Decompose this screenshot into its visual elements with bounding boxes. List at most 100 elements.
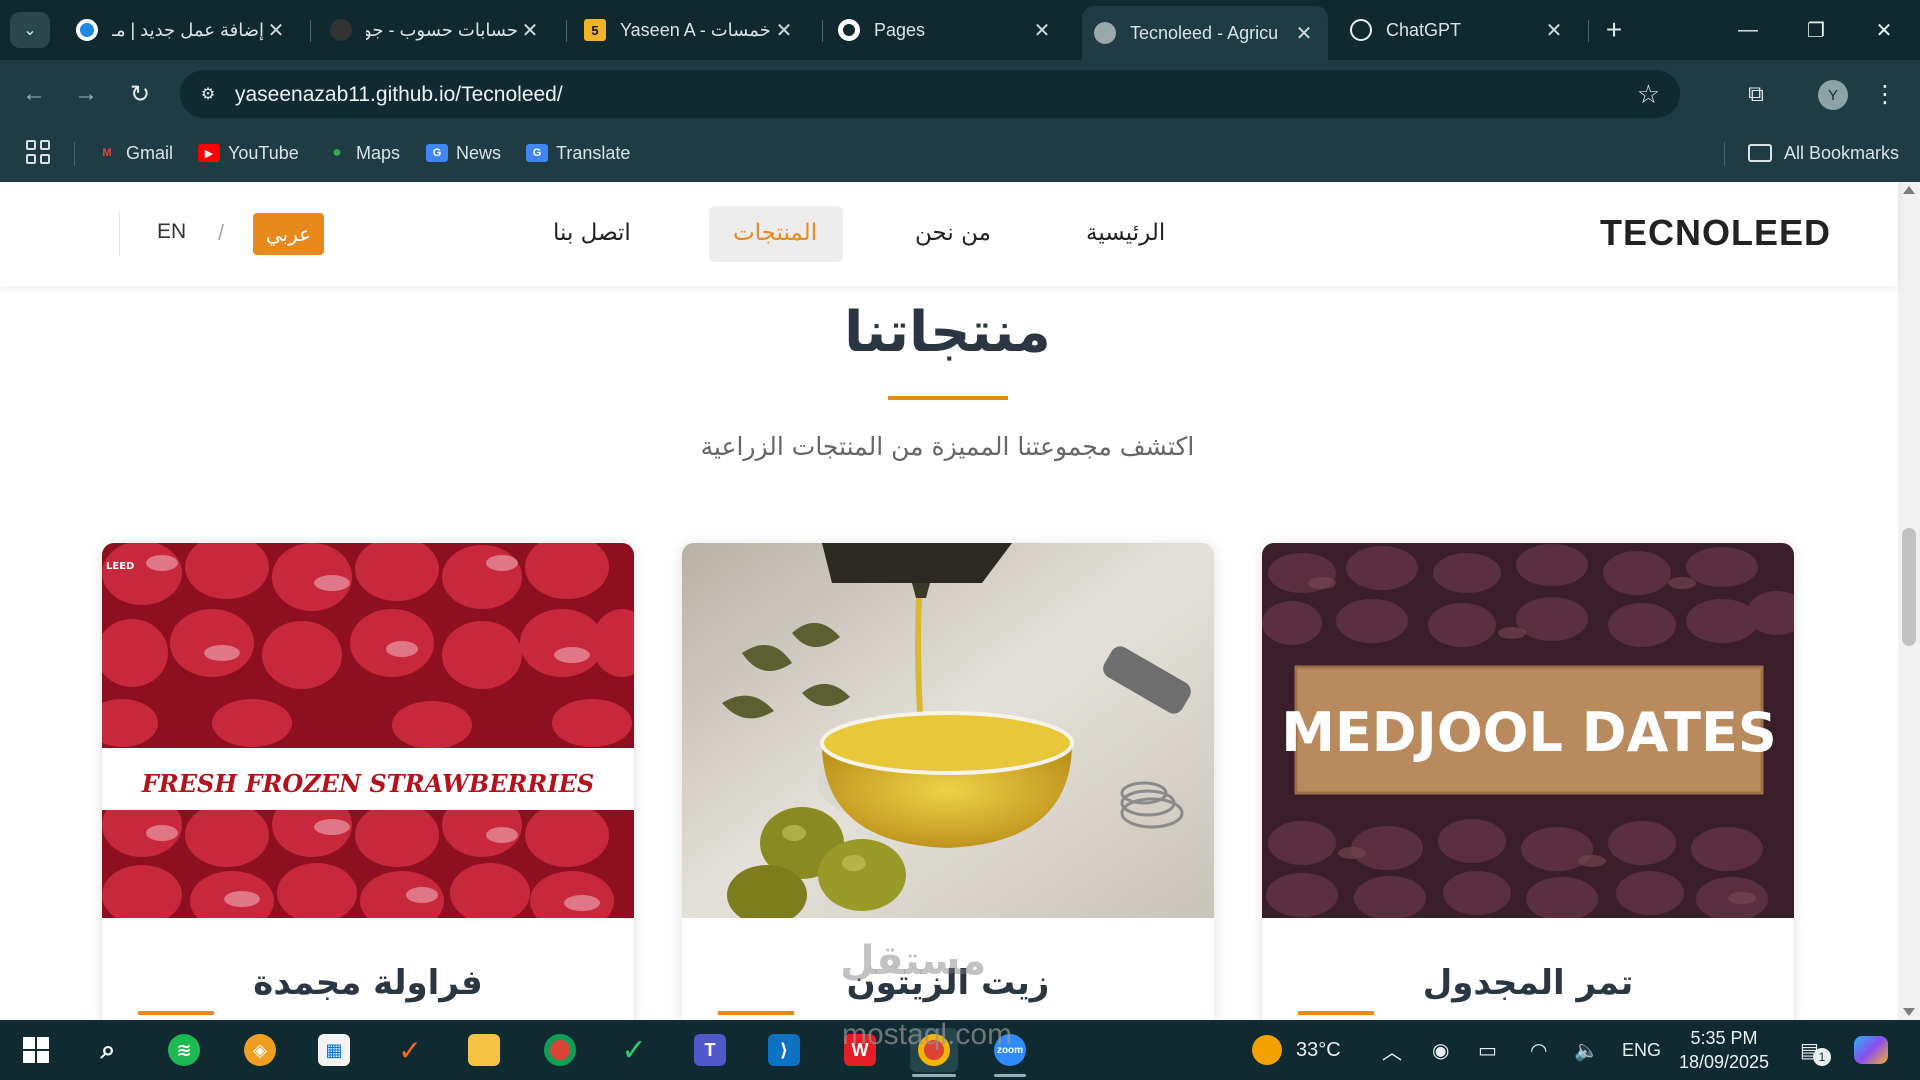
apps-grid-icon[interactable] <box>26 140 50 164</box>
speaker-icon: 🔈 <box>1574 1039 1599 1062</box>
taskbar-vscode[interactable]: ⟩ <box>760 1028 808 1072</box>
bookmark-star-icon[interactable]: ☆ <box>1637 79 1660 110</box>
record-tray-icon[interactable]: ◉ <box>1432 1020 1449 1080</box>
clock-time: 5:35 PM <box>1690 1028 1758 1048</box>
start-button[interactable] <box>12 1028 60 1072</box>
news-icon: G <box>426 144 448 162</box>
wifi-tray-icon[interactable]: ◠ <box>1530 1020 1547 1080</box>
close-window-button[interactable]: ✕ <box>1856 8 1912 52</box>
maps-icon: ● <box>332 144 342 161</box>
tab-search-button[interactable]: ⌄ <box>10 12 50 48</box>
site-header: TECNOLEED الرئيسية من نحن المنتجات اتصل … <box>0 182 1898 286</box>
back-button[interactable]: ← <box>14 74 54 114</box>
scrollbar-thumb[interactable] <box>1902 528 1916 646</box>
volume-tray-icon[interactable]: 🔈 <box>1574 1020 1599 1080</box>
close-icon[interactable]: ✕ <box>1030 18 1054 43</box>
tab-tecnoleed[interactable]: Tecnoleed - Agricu ✕ <box>1082 6 1328 60</box>
profile-avatar[interactable]: Y <box>1818 80 1848 110</box>
tab-hsoub[interactable]: حسابات حسوب - جو ✕ <box>318 8 554 52</box>
show-hidden-icons-button[interactable]: ︿ <box>1382 1020 1402 1080</box>
folder-icon <box>468 1034 500 1066</box>
restore-icon: ❐ <box>1807 19 1825 42</box>
language-english-button[interactable]: EN <box>157 220 186 244</box>
bookmark-label: Translate <box>556 142 631 163</box>
bookmark-label: YouTube <box>228 142 299 163</box>
product-card-strawberries[interactable]: FRESH FROZEN STRAWBERRIES LEED فراولة مج… <box>102 543 634 1020</box>
product-underline <box>718 1011 794 1015</box>
site-logo[interactable]: TECNOLEED <box>1600 212 1831 254</box>
tab-title: Yaseen A - خمسات <box>620 19 771 40</box>
taskbar-spotify[interactable]: ≋ <box>160 1028 208 1072</box>
input-language[interactable]: ENG <box>1622 1020 1661 1080</box>
plus-icon: + <box>1605 14 1623 45</box>
page-scrollbar[interactable] <box>1898 182 1920 1020</box>
nav-home[interactable]: الرئيسية <box>1086 220 1165 246</box>
system-clock[interactable]: 5:35 PM 18/09/2025 <box>1668 1026 1780 1074</box>
site-info-icon[interactable]: ⚙ <box>194 80 222 108</box>
taskbar-store[interactable]: ▦ <box>310 1028 358 1072</box>
battery-icon: ▭ <box>1478 1039 1497 1062</box>
tab-separator <box>566 20 567 42</box>
reload-button[interactable]: ↻ <box>120 74 160 114</box>
dates-image-text: MEDJOOL DATES <box>1281 701 1777 764</box>
taskbar-tasks[interactable]: ✓ <box>386 1028 434 1072</box>
close-icon[interactable]: ✕ <box>772 18 796 43</box>
close-icon[interactable]: ✕ <box>518 18 542 43</box>
taskbar-todo[interactable]: ✓ <box>610 1028 658 1072</box>
taskbar-chrome[interactable] <box>536 1028 584 1072</box>
notifications-button[interactable]: ▤ 1 <box>1800 1020 1831 1080</box>
taskbar-file-explorer[interactable] <box>460 1028 508 1072</box>
close-icon[interactable]: ✕ <box>1292 21 1316 46</box>
new-tab-button[interactable]: + <box>1598 14 1630 46</box>
globe-icon <box>1094 22 1116 44</box>
arrow-right-icon: → <box>74 80 98 107</box>
minimize-icon: — <box>1738 18 1758 41</box>
url-text[interactable]: yaseenazab11.github.io/Tecnoleed/ <box>235 83 563 107</box>
bookmark-news[interactable]: G News <box>426 138 501 168</box>
tab-separator <box>310 20 311 42</box>
bookmark-gmail[interactable]: M Gmail <box>96 138 173 168</box>
bookmarks-separator <box>1724 142 1725 166</box>
wifi-icon: ◠ <box>1530 1039 1548 1062</box>
spotify-icon: ≋ <box>168 1034 200 1066</box>
translate-icon: G <box>526 144 548 162</box>
copilot-button[interactable] <box>1854 1020 1888 1080</box>
tab-github-pages[interactable]: Pages ✕ <box>826 8 1066 52</box>
nav-contact[interactable]: اتصل بنا <box>553 220 631 246</box>
scroll-up-arrow-icon[interactable] <box>1903 186 1915 194</box>
bookmark-translate[interactable]: G Translate <box>526 138 630 168</box>
weather-widget[interactable]: 33°C <box>1252 1020 1341 1080</box>
nav-about[interactable]: من نحن <box>915 220 991 246</box>
forward-button[interactable]: → <box>66 74 106 114</box>
strawberries-image-text: FRESH FROZEN STRAWBERRIES <box>141 769 594 798</box>
tab-mostaql[interactable]: إضافة عمل جديد | مـ ✕ <box>64 8 300 52</box>
scroll-down-arrow-icon[interactable] <box>1903 1008 1915 1016</box>
gmail-icon: M <box>102 147 112 159</box>
all-bookmarks-button[interactable]: All Bookmarks <box>1748 138 1899 168</box>
copilot-icon <box>1854 1036 1888 1064</box>
restore-button[interactable]: ❐ <box>1788 8 1844 52</box>
close-icon[interactable]: ✕ <box>1542 18 1566 43</box>
search-button[interactable]: ⌕ <box>84 1028 132 1072</box>
title-underline <box>888 396 1008 400</box>
product-card-dates[interactable]: MEDJOOL DATES تمر المجدول <box>1262 543 1794 1020</box>
section-title: منتجاتنا <box>844 300 1051 365</box>
folder-icon <box>1748 144 1772 162</box>
taskbar-brave[interactable]: ◈ <box>236 1028 284 1072</box>
kebab-menu-icon[interactable]: ⋮ <box>1870 74 1900 114</box>
address-bar[interactable]: ⚙ yaseenazab11.github.io/Tecnoleed/ ☆ <box>180 70 1680 118</box>
extensions-icon[interactable]: ⧉ <box>1736 74 1776 114</box>
tab-chatgpt[interactable]: ChatGPT ✕ <box>1338 8 1578 52</box>
minimize-button[interactable]: — <box>1720 8 1776 52</box>
battery-tray-icon[interactable]: ▭ <box>1478 1020 1497 1080</box>
taskbar-teams[interactable]: T <box>686 1028 734 1072</box>
tab-khamsat[interactable]: 5 Yaseen A - خمسات ✕ <box>572 8 808 52</box>
language-arabic-button[interactable]: عربي <box>253 213 324 255</box>
close-icon: ✕ <box>1875 19 1893 42</box>
windows-logo-icon <box>23 1037 49 1063</box>
nav-products[interactable]: المنتجات <box>733 220 817 246</box>
temperature: 33°C <box>1296 1038 1341 1061</box>
bookmark-maps[interactable]: ● Maps <box>326 138 400 168</box>
close-icon[interactable]: ✕ <box>264 18 288 43</box>
bookmark-youtube[interactable]: ▶ YouTube <box>198 138 299 168</box>
